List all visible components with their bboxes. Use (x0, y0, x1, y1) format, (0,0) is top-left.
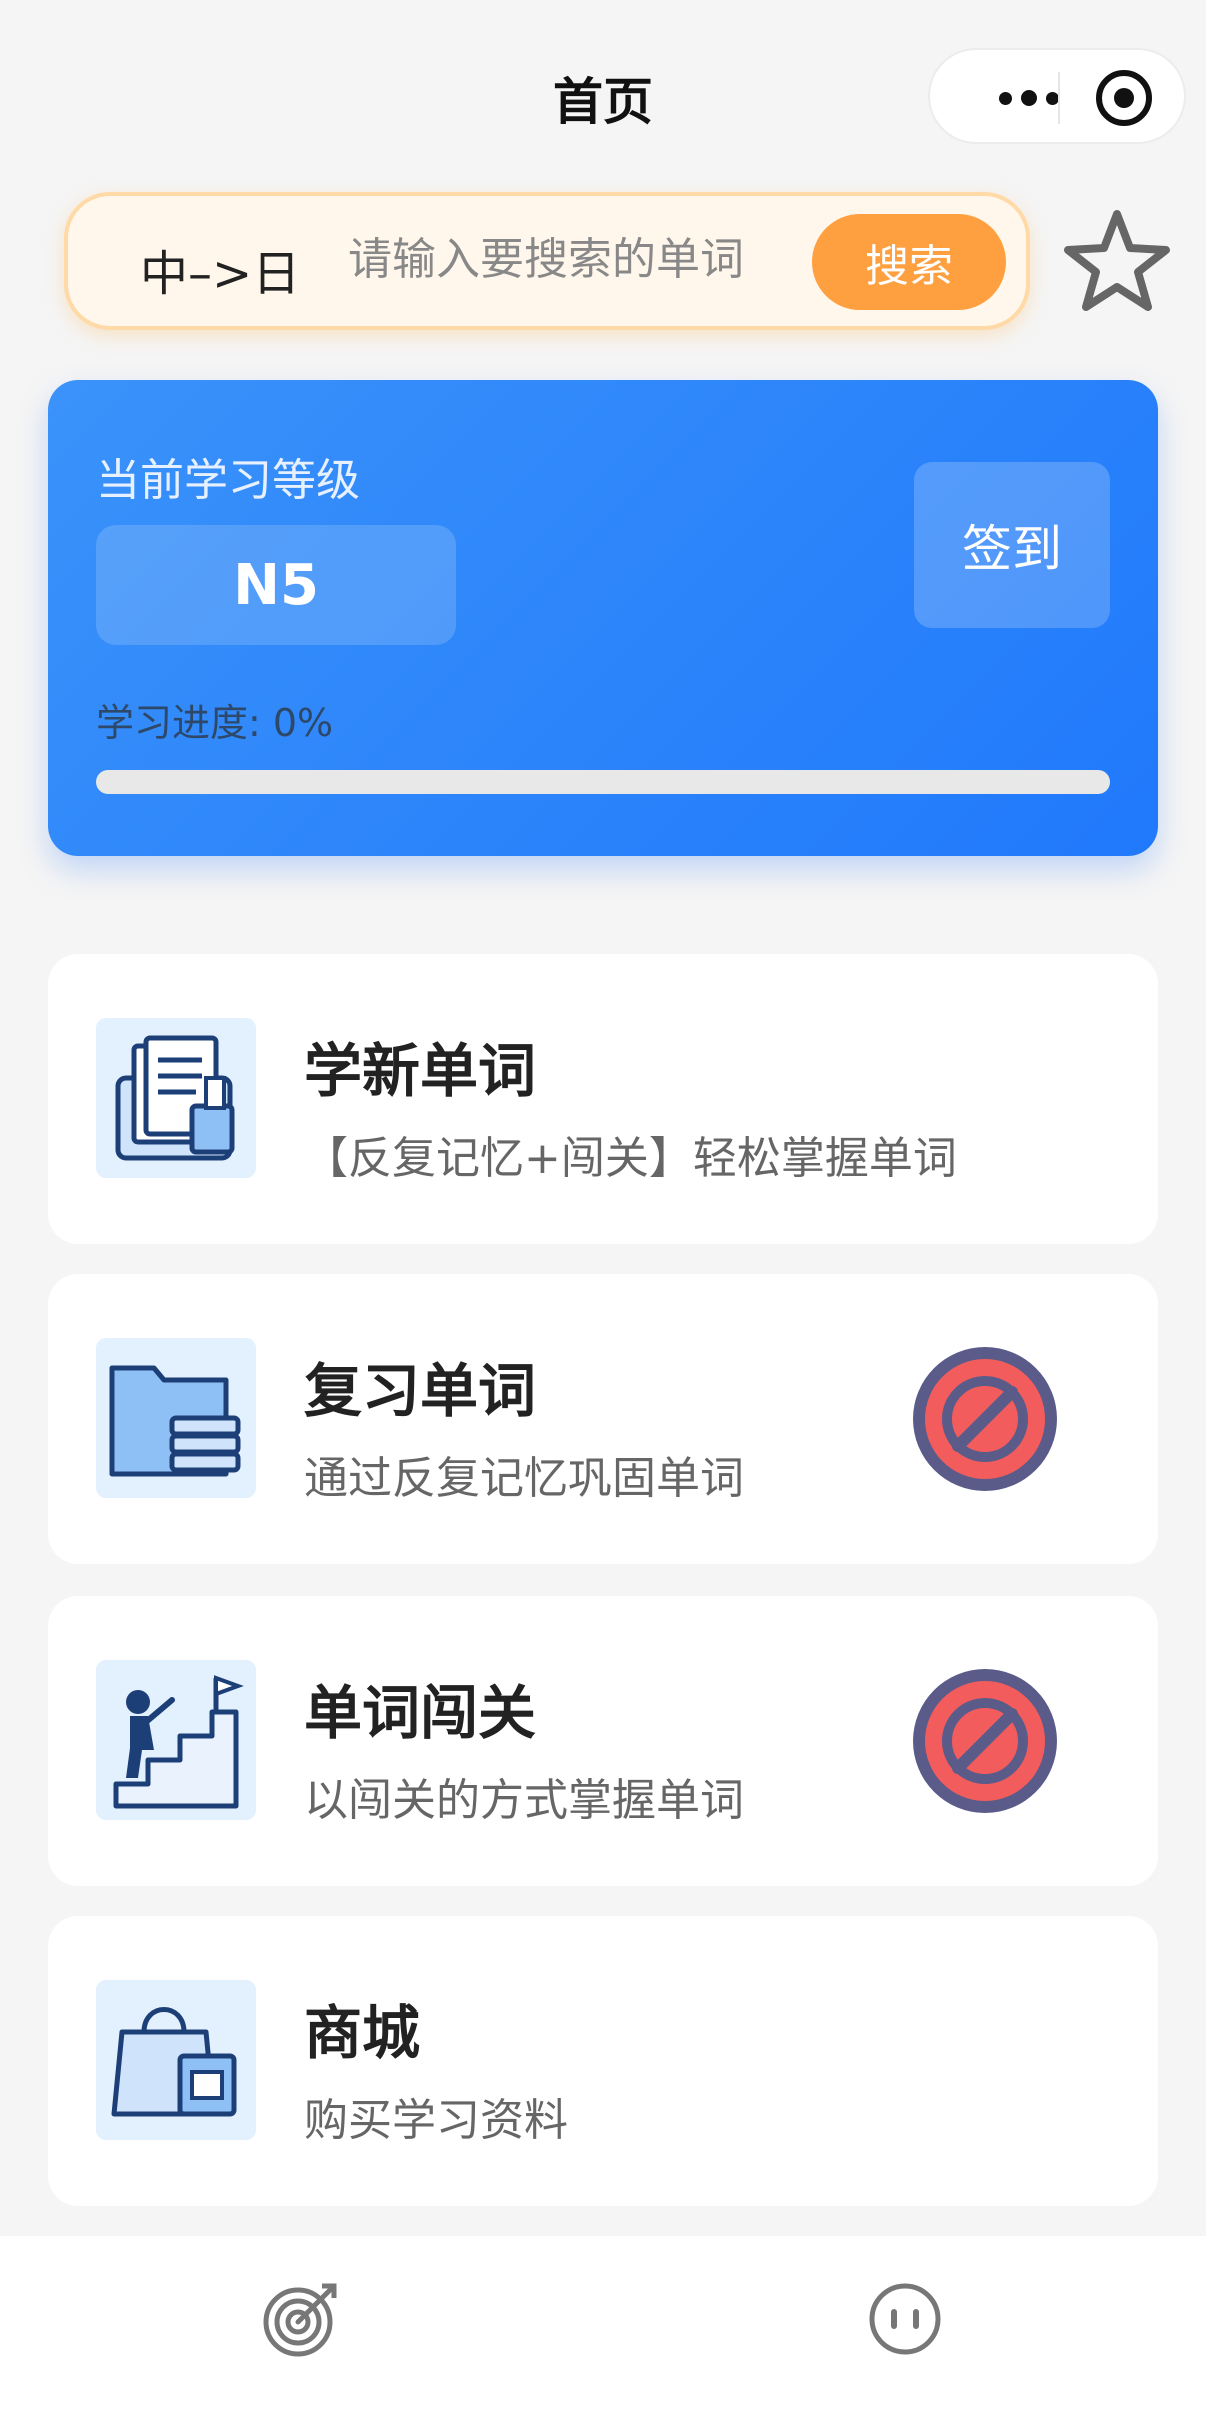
card-learn-new-words[interactable]: 学新单词 【反复记忆+闯关】轻松掌握单词 (48, 954, 1158, 1244)
card-title: 商城 (304, 1999, 421, 2067)
home-page: 首页 中–>日 搜索 当前学习等级 N5 签到 学习进度: 0% (0, 0, 1206, 2430)
card-desc: 【反复记忆+闯关】轻松掌握单词 (304, 1133, 957, 1184)
nav-bar: 首页 (0, 0, 1206, 190)
capsule-divider (1058, 72, 1060, 124)
more-icon[interactable] (966, 78, 1092, 118)
search-bar: 中–>日 搜索 (64, 192, 1030, 330)
level-label: 当前学习等级 (96, 455, 360, 506)
tab-bar (0, 2236, 1206, 2430)
card-title: 单词闯关 (304, 1679, 537, 1747)
card-desc: 通过反复记忆巩固单词 (304, 1453, 744, 1504)
book-stack-icon (96, 1018, 256, 1178)
card-title: 学新单词 (304, 1037, 537, 1105)
locked-ban-icon (913, 1347, 1057, 1491)
shopping-bag-icon (96, 1980, 256, 2140)
face-icon[interactable] (864, 2278, 946, 2360)
close-target-icon[interactable] (1096, 70, 1152, 126)
checkin-button[interactable]: 签到 (914, 462, 1110, 628)
level-value[interactable]: N5 (96, 525, 456, 645)
card-desc: 购买学习资料 (304, 2095, 568, 2146)
target-icon[interactable] (260, 2278, 342, 2360)
progress-bar (96, 770, 1110, 794)
level-card: 当前学习等级 N5 签到 学习进度: 0% (48, 380, 1158, 856)
search-input[interactable] (348, 226, 848, 292)
card-desc: 以闯关的方式掌握单词 (304, 1775, 744, 1826)
card-review-words[interactable]: 复习单词 通过反复记忆巩固单词 (48, 1274, 1158, 1564)
star-icon[interactable] (1060, 206, 1174, 316)
search-button[interactable]: 搜索 (812, 214, 1006, 310)
card-store[interactable]: 商城 购买学习资料 (48, 1916, 1158, 2206)
folder-books-icon (96, 1338, 256, 1498)
stairs-flag-icon (96, 1660, 256, 1820)
translation-direction[interactable]: 中–>日 (140, 234, 300, 304)
locked-ban-icon (913, 1669, 1057, 1813)
progress-text: 学习进度: 0% (96, 701, 334, 745)
card-word-challenge[interactable]: 单词闯关 以闯关的方式掌握单词 (48, 1596, 1158, 1886)
mini-program-capsule (928, 48, 1186, 144)
card-title: 复习单词 (304, 1357, 537, 1425)
